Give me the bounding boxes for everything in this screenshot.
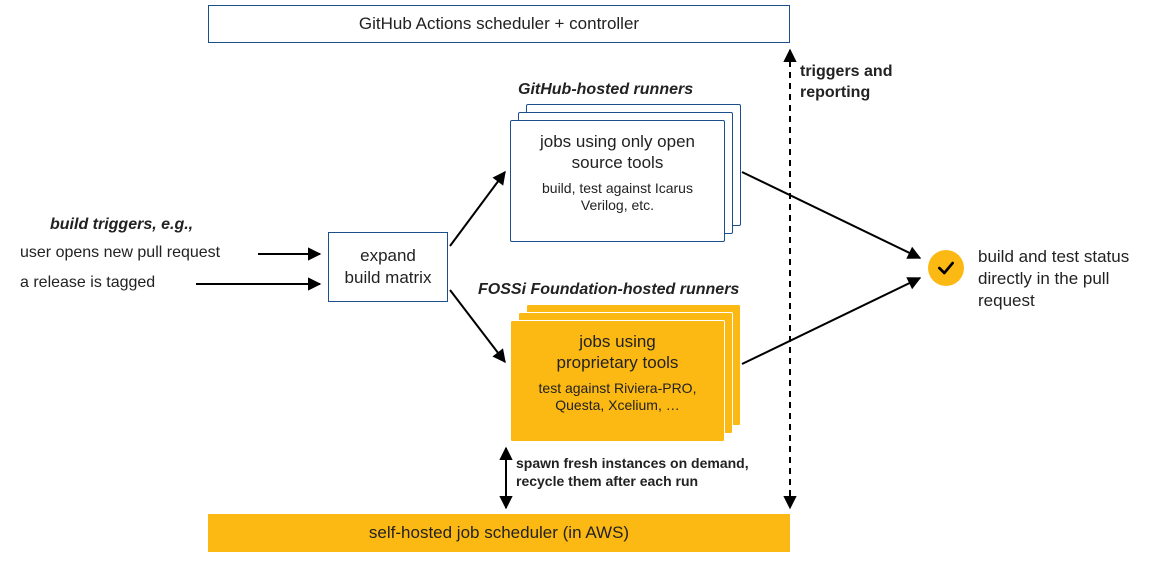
triggers-reporting-label: triggers and reporting: [800, 62, 892, 104]
build-triggers-group: build triggers, e.g., user opens new pul…: [20, 216, 220, 304]
status-check-icon: [928, 250, 964, 286]
expand-label-2: build matrix: [345, 267, 432, 289]
open-source-jobs-card: jobs using only open source tools build,…: [510, 120, 725, 242]
proprietary-jobs-stack: jobs using proprietary tools test agains…: [510, 304, 741, 442]
build-triggers-header: build triggers, e.g.,: [50, 216, 220, 234]
status-text: build and test status directly in the pu…: [978, 246, 1161, 312]
github-actions-scheduler-box: GitHub Actions scheduler + controller: [208, 5, 790, 43]
self-hosted-scheduler-box: self-hosted job scheduler (in AWS): [208, 514, 790, 552]
open-source-title: jobs using only open source tools: [540, 131, 695, 174]
trigger-pull-request: user opens new pull request: [20, 244, 220, 262]
proprietary-jobs-card: jobs using proprietary tools test agains…: [510, 320, 725, 442]
proprietary-title: jobs using proprietary tools: [557, 331, 679, 374]
expand-build-matrix-box: expand build matrix: [328, 232, 448, 302]
spawn-instances-label: spawn fresh instances on demand, recycle…: [516, 454, 776, 490]
open-source-jobs-stack: jobs using only open source tools build,…: [510, 104, 741, 242]
expand-label-1: expand: [360, 245, 416, 267]
open-source-sub: build, test against Icarus Verilog, etc.: [542, 180, 693, 215]
proprietary-sub: test against Riviera-PRO, Questa, Xceliu…: [539, 380, 697, 415]
github-hosted-runners-header: GitHub-hosted runners: [518, 80, 693, 101]
self-hosted-scheduler-label: self-hosted job scheduler (in AWS): [369, 522, 629, 544]
github-actions-scheduler-label: GitHub Actions scheduler + controller: [359, 13, 639, 35]
checkmark-icon: [936, 258, 956, 278]
trigger-release-tagged: a release is tagged: [20, 274, 220, 292]
fossi-hosted-runners-header: FOSSi Foundation-hosted runners: [478, 280, 739, 301]
